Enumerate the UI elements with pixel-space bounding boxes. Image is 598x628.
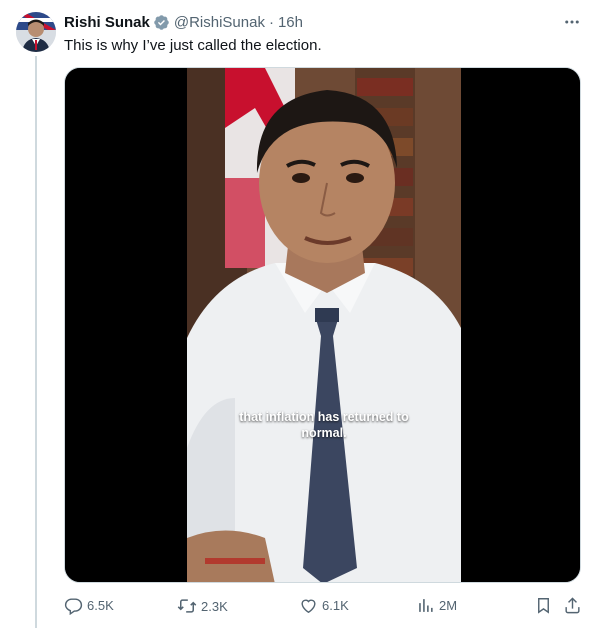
avatar[interactable]: [16, 12, 56, 52]
like-button[interactable]: 6.1K: [299, 596, 349, 615]
action-bar: 6.5K 2.3K 6.1K 2M: [64, 596, 584, 618]
verified-badge-icon[interactable]: [153, 14, 170, 31]
tweet-header: Rishi Sunak @RishiSunak · 16h: [64, 12, 303, 32]
reply-button[interactable]: 6.5K: [64, 596, 114, 615]
avatar-image: [16, 12, 56, 52]
share-button[interactable]: [563, 596, 582, 615]
analytics-icon: [416, 596, 435, 615]
video-caption: that inflation has returned to normal.: [187, 409, 461, 441]
repost-icon: [177, 596, 197, 616]
more-options-icon[interactable]: [560, 10, 584, 34]
like-count: 6.1K: [322, 598, 349, 613]
bookmark-icon: [534, 596, 553, 615]
repost-button[interactable]: 2.3K: [177, 596, 228, 616]
reply-icon: [64, 596, 83, 615]
dot-separator: ·: [268, 13, 274, 31]
view-count: 2M: [439, 598, 458, 613]
user-handle[interactable]: @RishiSunak: [174, 14, 265, 31]
video-player[interactable]: that inflation has returned to normal.: [64, 67, 581, 583]
tweet-text: This is why I’ve just called the electio…: [64, 37, 322, 54]
thread-line: [35, 56, 37, 628]
caption-line-1: that inflation has returned to: [239, 410, 409, 424]
bookmark-button[interactable]: [534, 596, 553, 615]
timestamp[interactable]: 16h: [278, 14, 303, 31]
caption-line-2: normal.: [301, 426, 347, 440]
video-frame: [65, 68, 580, 582]
heart-icon: [299, 596, 318, 615]
repost-count: 2.3K: [201, 598, 228, 614]
display-name[interactable]: Rishi Sunak: [64, 14, 150, 31]
views-button[interactable]: 2M: [416, 596, 457, 615]
share-icon: [563, 596, 582, 615]
reply-count: 6.5K: [87, 598, 114, 613]
